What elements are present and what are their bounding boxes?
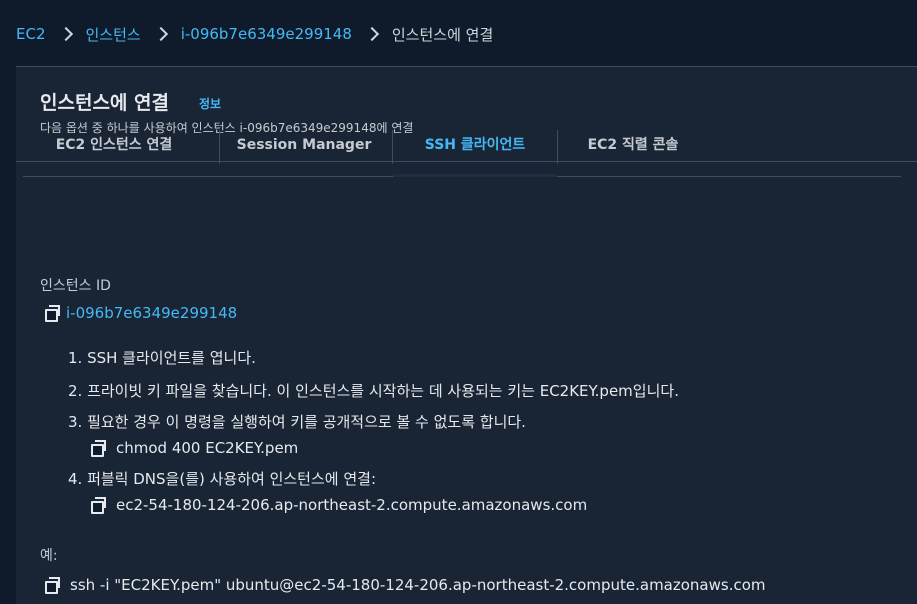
step-4: 4. 퍼블릭 DNS을(를) 사용하여 인스턴스에 연결: [68, 470, 377, 488]
copy-icon[interactable] [90, 497, 106, 514]
step-1: 1. SSH 클라이언트를 엽니다. [68, 349, 256, 367]
chevron-right-icon [155, 27, 169, 41]
chmod-command-row: chmod 400 EC2KEY.pem [90, 438, 298, 458]
instance-id-link[interactable]: i-096b7e6349e299148 [66, 304, 237, 322]
public-dns-row: ec2-54-180-124-206.ap-northeast-2.comput… [90, 495, 587, 515]
instance-id-label: 인스턴스 ID [40, 278, 111, 294]
instance-id-row: i-096b7e6349e299148 [44, 303, 237, 323]
breadcrumb-ec2[interactable]: EC2 [16, 25, 46, 43]
connection-tabs: EC2 인스턴스 연결 Session Manager SSH 클라이언트 EC… [23, 128, 901, 177]
tab-ec2-instance-connect[interactable]: EC2 인스턴스 연결 [47, 128, 181, 176]
tab-divider [557, 130, 558, 164]
breadcrumb-instance-id[interactable]: i-096b7e6349e299148 [181, 25, 352, 43]
breadcrumb: EC2 인스턴스 i-096b7e6349e299148 인스턴스에 연결 [16, 23, 493, 45]
chevron-right-icon [60, 27, 74, 41]
breadcrumb-instances[interactable]: 인스턴스 [86, 24, 141, 45]
tab-ec2-serial-console[interactable]: EC2 직렬 콘솔 [573, 128, 693, 176]
tab-divider [219, 130, 220, 164]
tab-ssh-client[interactable]: SSH 클라이언트 [393, 128, 557, 177]
copy-icon[interactable] [90, 440, 106, 457]
page-title: 인스턴스에 연결 [40, 92, 169, 114]
example-command-row: ssh -i "EC2KEY.pem" ubuntu@ec2-54-180-12… [44, 575, 766, 595]
copy-icon[interactable] [44, 577, 60, 594]
chmod-command: chmod 400 EC2KEY.pem [116, 439, 299, 457]
public-dns: ec2-54-180-124-206.ap-northeast-2.comput… [116, 496, 588, 514]
copy-icon[interactable] [44, 305, 60, 322]
example-ssh-command: ssh -i "EC2KEY.pem" ubuntu@ec2-54-180-12… [70, 576, 766, 594]
chevron-right-icon [366, 27, 380, 41]
tab-session-manager[interactable]: Session Manager [236, 128, 372, 176]
breadcrumb-current: 인스턴스에 연결 [391, 25, 494, 44]
info-link[interactable]: 정보 [199, 95, 221, 112]
step-3: 3. 필요한 경우 이 명령을 실행하여 키를 공개적으로 볼 수 없도록 합니… [68, 413, 526, 431]
example-label: 예: [40, 548, 58, 564]
step-2: 2. 프라이빗 키 파일을 찾습니다. 이 인스턴스를 시작하는 데 사용되는 … [68, 382, 679, 400]
